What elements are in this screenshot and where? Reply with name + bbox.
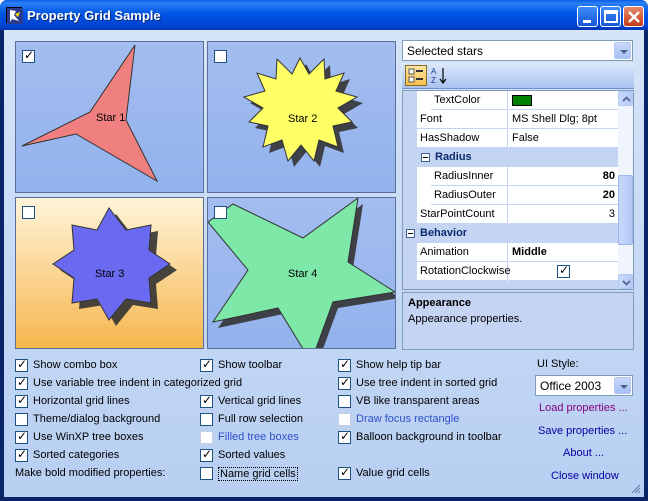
client-area: Star 1 Star 2 Star 3 [4,30,644,497]
grid-name-cell: RadiusOuter [431,186,508,205]
checkbox-icon[interactable] [200,447,213,462]
property-grid-toolbar: A Z [402,63,634,89]
bold-modified-label: Make bold modified properties: [15,467,166,479]
grid-row-starpointcount[interactable]: StarPointCount 3 [403,205,619,224]
checkbox-icon[interactable] [15,447,28,462]
grid-name-cell: HasShadow [417,129,508,148]
grid-category-label: Behavior [420,227,468,239]
collapse-icon[interactable] [406,229,415,238]
grid-value-cell[interactable] [509,262,619,281]
grid-row-font[interactable]: Font MS Shell Dlg; 8pt [403,110,619,129]
grid-name-cell: Font [417,110,508,129]
star-4-checkbox[interactable] [214,206,227,219]
scroll-up-button[interactable] [618,91,633,106]
grid-row-radiusinner[interactable]: RadiusInner 80 [403,167,619,186]
load-properties-link[interactable]: Load properties ... [539,402,628,414]
checkbox-icon[interactable] [338,429,351,444]
maximize-button[interactable] [600,6,621,27]
ui-style-label: UI Style: [537,358,579,370]
resize-grip-icon[interactable] [629,482,641,494]
main-window: Property Grid Sample Star 1 [0,0,648,501]
star-panel-4[interactable]: Star 4 [207,197,396,349]
grid-value-cell[interactable]: 20 [509,186,619,205]
star-2-label: Star 2 [288,113,318,125]
property-grid[interactable]: TextColor Font MS Shell Dlg; 8pt HasShad… [402,90,634,290]
checkbox-icon[interactable] [557,263,570,278]
close-window-button[interactable] [623,6,644,27]
help-description: Appearance properties. [408,313,523,325]
checkbox-icon[interactable] [200,431,213,444]
help-title: Appearance [408,297,471,309]
grid-category-label: Radius [435,151,472,163]
scroll-thumb[interactable] [618,175,633,245]
star-1-checkbox[interactable] [22,48,35,63]
selected-stars-value: Selected stars [407,44,484,58]
chevron-down-icon[interactable] [614,42,631,59]
checkbox-icon[interactable] [15,413,28,426]
checkbox-icon[interactable] [338,395,351,408]
collapse-icon[interactable] [421,153,430,162]
help-tip-bar: Appearance Appearance properties. [402,292,634,350]
star-panel-1[interactable]: Star 1 [15,41,204,193]
checkbox-icon[interactable] [15,393,28,408]
checkbox-icon[interactable] [338,413,351,426]
star-2-checkbox[interactable] [214,50,227,63]
categorized-view-button[interactable] [405,65,427,86]
selected-stars-combo[interactable]: Selected stars [402,40,633,61]
star-3-label: Star 3 [95,268,125,280]
star-3-checkbox[interactable] [22,206,35,219]
grid-value-cell[interactable]: Middle [509,243,619,262]
checkbox-icon[interactable] [200,393,213,408]
checkbox-icon[interactable] [200,357,213,372]
checkbox-icon[interactable] [338,465,351,480]
close-window-link[interactable]: Close window [551,470,619,482]
grid-name-cell: RotationClockwise [417,262,510,281]
svg-text:Z: Z [431,76,436,85]
grid-value-cell[interactable] [509,91,619,110]
checkbox-icon[interactable] [15,429,28,444]
grid-name-cell: RadiusInner [431,167,508,186]
star-4-label: Star 4 [288,268,318,280]
checkbox-icon[interactable] [15,375,28,390]
grid-value-cell[interactable]: 3 [509,205,619,224]
grid-name-cell: StarPointCount [417,205,508,224]
checkbox-icon[interactable] [338,357,351,372]
checkbox-icon[interactable] [338,375,351,390]
grid-row-radiusouter[interactable]: RadiusOuter 20 [403,186,619,205]
scroll-down-button[interactable] [618,274,633,289]
grid-subcategory-radius[interactable]: Radius [403,148,619,167]
checkbox-icon[interactable] [200,467,213,480]
grid-row-hasshadow[interactable]: HasShadow False [403,129,619,148]
star-1-label: Star 1 [96,112,126,124]
grid-row-animation[interactable]: Animation Middle [403,243,619,262]
ui-style-value: Office 2003 [540,379,602,393]
title-bar[interactable]: Property Grid Sample [0,0,648,30]
checkbox-icon[interactable] [200,413,213,426]
color-swatch [512,94,532,106]
grid-name-cell: Animation [417,243,508,262]
grid-value-cell[interactable]: MS Shell Dlg; 8pt [509,110,619,129]
client-background: Star 1 Star 2 Star 3 [4,30,644,497]
star-panel-3[interactable]: Star 3 [15,197,204,349]
save-properties-link[interactable]: Save properties ... [538,425,627,437]
chevron-down-icon[interactable] [614,377,631,394]
grid-category-partial [403,281,619,289]
grid-value-cell[interactable]: False [509,129,619,148]
checkbox-icon[interactable] [15,357,28,372]
grid-value-cell[interactable]: 80 [509,167,619,186]
star-panel-2[interactable]: Star 2 [207,41,396,193]
about-link[interactable]: About ... [563,447,604,459]
app-icon[interactable] [6,7,23,24]
window-title: Property Grid Sample [27,8,161,23]
grid-vertical-scrollbar[interactable] [618,91,633,289]
grid-category-behavior[interactable]: Behavior [403,224,619,243]
grid-row-textcolor[interactable]: TextColor [403,91,619,110]
alphabetical-sort-button[interactable]: A Z [429,65,451,86]
grid-name-cell: TextColor [431,91,508,110]
ui-style-combo[interactable]: Office 2003 [535,375,633,396]
minimize-button[interactable] [577,6,598,27]
grid-row-rotationclockwise[interactable]: RotationClockwise [403,262,619,281]
svg-text:A: A [431,67,437,76]
